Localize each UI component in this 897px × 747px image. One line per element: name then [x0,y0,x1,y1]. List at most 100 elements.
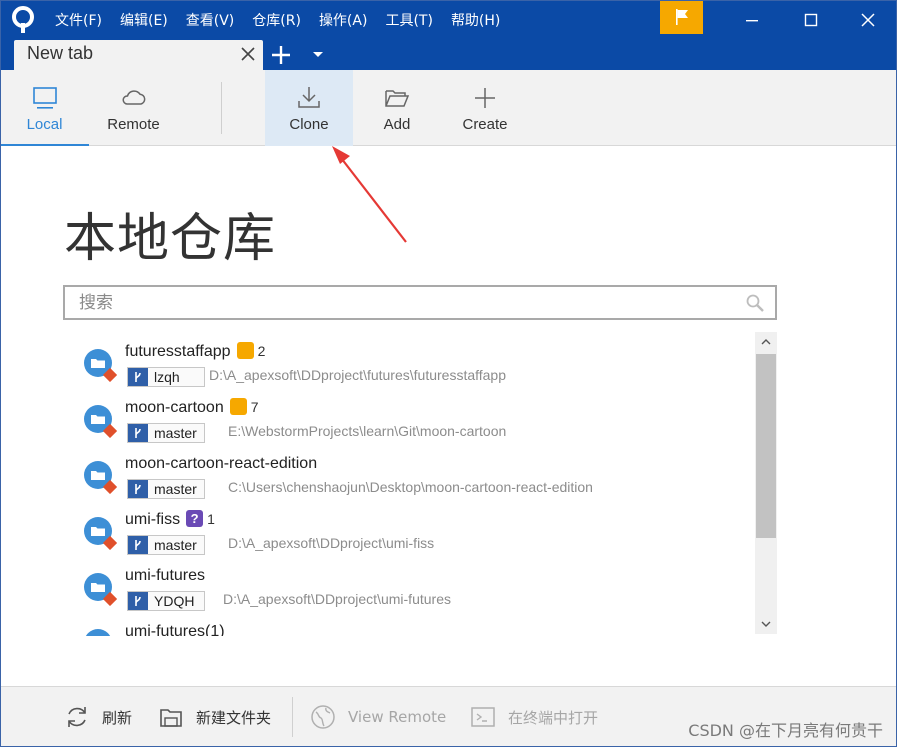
open-terminal-button[interactable]: 在终端中打开 [470,703,598,731]
menu-tools[interactable]: 工具(T) [385,10,432,30]
untracked-question-icon: ? [186,510,204,528]
create-button[interactable]: Create [441,70,529,146]
repo-folder-icon [84,517,117,550]
tab-new-tab[interactable]: New tab [14,40,263,70]
repo-item[interactable]: umi-futures YDQH D:\A_apexsoft\DDproject… [63,558,753,614]
repo-name: moon-cartoon-react-edition [125,455,318,472]
refresh-button[interactable]: 刷新 [64,703,132,731]
close-window-button[interactable] [843,0,893,40]
branch-name: lzqh [154,369,180,385]
changes-count: 7 [250,399,259,415]
repo-name-row: moon-cartoon 7 [125,398,259,417]
repo-item[interactable]: umi-futures(1) [63,614,753,636]
minimize-button[interactable] [727,0,777,40]
repo-name-row: umi-fiss? 1 [125,510,215,529]
sourcetree-logo-icon[interactable] [10,6,36,34]
chevron-down-icon [761,621,771,627]
tab-bar: New tab [0,40,897,70]
menu-file[interactable]: 文件(F) [55,10,102,30]
repo-path: E:\WebstormProjects\learn\Git\moon-carto… [228,423,507,439]
tab-label: New tab [27,43,94,63]
branch-tag: lzqh [127,367,205,387]
terminal-icon [471,707,495,727]
branch-icon [128,424,148,442]
repo-folder-icon [84,349,117,382]
scroll-up-button[interactable] [755,332,777,352]
repo-name-row: moon-cartoon-react-edition [125,455,317,473]
repo-item[interactable]: moon-cartoon-react-edition master C:\Use… [63,446,753,502]
maximize-button[interactable] [786,0,836,40]
scroll-thumb[interactable] [756,354,776,538]
refresh-label: 刷新 [102,708,133,727]
repo-item[interactable]: moon-cartoon 7 master E:\WebstormProjects… [63,390,753,446]
branch-icon [128,480,148,498]
view-remote-label: View Remote [348,708,447,726]
repo-list-scrollbar[interactable] [755,332,777,634]
branch-tag: master [127,479,205,499]
repo-list: futuresstaffapp 2 lzqh D:\A_apexsoft\DDpr… [63,330,753,636]
local-label: Local [26,116,63,133]
add-label: Add [383,116,411,133]
repo-path: D:\A_apexsoft\DDproject\umi-fiss [228,535,435,551]
add-button[interactable]: Add [353,70,441,146]
branch-tag: master [127,423,205,443]
tab-close-icon[interactable] [239,45,257,63]
branch-icon [128,368,148,386]
menu-bar: 文件(F) 编辑(E) 查看(V) 仓库(R) 操作(A) 工具(T) 帮助(H… [55,0,518,40]
watermark-text: CSDN @在下月亮有何贵干 [688,721,883,740]
menu-edit[interactable]: 编辑(E) [120,10,168,30]
add-tab-icon[interactable] [270,44,292,66]
repo-name-row: umi-futures(1) [125,623,225,636]
local-tab[interactable]: Local [0,70,89,146]
branch-name: master [154,537,197,553]
minimize-icon [746,20,758,22]
repo-name-row: umi-futures [125,567,205,585]
chevron-up-icon [761,339,771,345]
view-remote-button[interactable]: View Remote [310,703,446,731]
repo-name: umi-fiss [125,511,181,528]
monitor-icon [32,87,57,109]
repo-name: moon-cartoon [125,399,224,416]
notifications-button[interactable] [660,0,703,34]
repo-item[interactable]: futuresstaffapp 2 lzqh D:\A_apexsoft\DDpr… [63,334,753,390]
chevron-down-icon[interactable] [311,49,325,61]
search-input[interactable] [79,290,739,316]
search-icon[interactable] [745,293,765,313]
repo-folder-icon [84,461,117,494]
menu-help[interactable]: 帮助(H) [451,10,500,30]
close-icon [861,13,875,27]
cloud-icon [122,90,145,105]
branch-tag: master [127,535,205,555]
repo-item[interactable]: umi-fiss? 1 master D:\A_apexsoft\DDprojec… [63,502,753,558]
menu-actions[interactable]: 操作(A) [319,10,368,30]
modified-pencil-icon [229,398,247,416]
repo-name-row: futuresstaffapp 2 [125,342,266,361]
plus-icon [475,88,495,108]
menu-view[interactable]: 查看(V) [186,10,235,30]
bottom-divider [292,697,293,737]
branch-icon [128,592,148,610]
scroll-down-button[interactable] [755,614,777,634]
repo-path: D:\A_apexsoft\DDproject\umi-futures [223,591,451,607]
menu-repository[interactable]: 仓库(R) [252,10,301,30]
new-folder-button[interactable]: 新建文件夹 [158,703,271,731]
search-box [63,285,777,320]
changes-count: 2 [257,343,266,359]
clone-label: Clone [289,116,329,133]
modified-pencil-icon [236,342,254,360]
repo-name: umi-futures [125,567,206,584]
toolbar-divider [221,82,222,134]
toolbar: Local Remote Clone Add Create [0,70,897,146]
create-label: Create [462,116,508,133]
branch-name: master [154,481,197,497]
remote-tab[interactable]: Remote [89,70,178,146]
repo-folder-icon [84,573,117,606]
globe-icon [311,705,335,729]
branch-tag: YDQH [127,591,205,611]
maximize-icon [804,13,818,27]
flag-icon [675,9,688,25]
clone-button[interactable]: Clone [265,70,353,146]
repo-path: C:\Users\chenshaojun\Desktop\moon-cartoo… [228,479,593,495]
open-terminal-label: 在终端中打开 [508,708,599,727]
new-folder-label: 新建文件夹 [196,708,272,727]
